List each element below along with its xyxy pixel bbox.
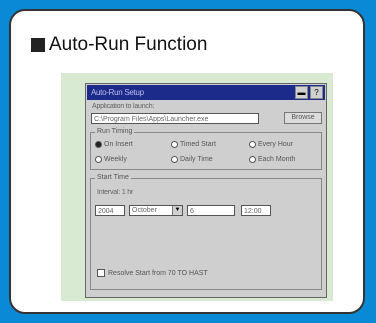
content-panel: Auto-Run Function Auto-Run Setup ▬ ? App… <box>9 9 365 314</box>
heading-title: Auto-Run Function <box>49 34 208 55</box>
radio-label: Each Month <box>258 156 296 163</box>
help-button[interactable]: ? <box>310 86 323 99</box>
radio-daily-time[interactable]: Daily Time <box>171 156 213 163</box>
radio-label: Timed Start <box>180 141 216 148</box>
minimize-button[interactable]: ▬ <box>295 86 308 99</box>
radio-label: Every Hour <box>258 141 294 148</box>
checkbox-box-icon <box>97 269 105 277</box>
section-heading: Auto-Run Function <box>31 34 207 56</box>
resolve-checkbox[interactable]: Resolve Start from 70 TO HAST <box>97 269 208 277</box>
file-path-field[interactable]: C:\Program Files\Apps\Launcher.exe <box>91 113 259 124</box>
checkbox-label: Resolve Start from 70 TO HAST <box>108 269 208 277</box>
file-label: Application to launch: <box>92 103 155 110</box>
month-select[interactable]: October ▼ <box>129 205 183 216</box>
time-field[interactable]: 12:00 <box>241 205 271 216</box>
browse-button[interactable]: Browse <box>284 112 322 124</box>
radio-label: Daily Time <box>180 156 213 163</box>
radio-every-hour[interactable]: Every Hour <box>249 141 293 148</box>
radio-dot-icon <box>95 156 102 163</box>
chevron-down-icon: ▼ <box>172 206 182 215</box>
interval-label: Interval: 1 hr <box>97 189 134 196</box>
radio-dot-icon <box>171 156 178 163</box>
start-time-group: Start Time Interval: 1 hr 2004 October ▼… <box>90 174 322 290</box>
screenshot-backdrop: Auto-Run Setup ▬ ? Application to launch… <box>61 73 333 301</box>
start-time-title: Start Time <box>95 174 131 181</box>
radio-dot-icon <box>95 141 102 148</box>
day-field[interactable]: 6 <box>187 205 235 216</box>
year-field[interactable]: 2004 <box>95 205 125 216</box>
radio-on-insert[interactable]: On Insert <box>95 141 133 148</box>
square-bullet-icon <box>31 38 45 52</box>
auto-run-dialog: Auto-Run Setup ▬ ? Application to launch… <box>85 83 327 298</box>
radio-each-month[interactable]: Each Month <box>249 156 295 163</box>
dialog-title: Auto-Run Setup <box>91 88 144 97</box>
run-timing-group: Run Timing On Insert Timed Start Every H… <box>90 128 322 170</box>
radio-dot-icon <box>171 141 178 148</box>
run-timing-title: Run Timing <box>95 128 135 135</box>
radio-dot-icon <box>249 156 256 163</box>
radio-label: On Insert <box>104 141 133 148</box>
month-value: October <box>132 207 157 214</box>
radio-label: Weekly <box>104 156 127 163</box>
radio-timed-start[interactable]: Timed Start <box>171 141 216 148</box>
radio-weekly[interactable]: Weekly <box>95 156 127 163</box>
radio-dot-icon <box>249 141 256 148</box>
dialog-titlebar: Auto-Run Setup ▬ ? <box>87 85 325 100</box>
